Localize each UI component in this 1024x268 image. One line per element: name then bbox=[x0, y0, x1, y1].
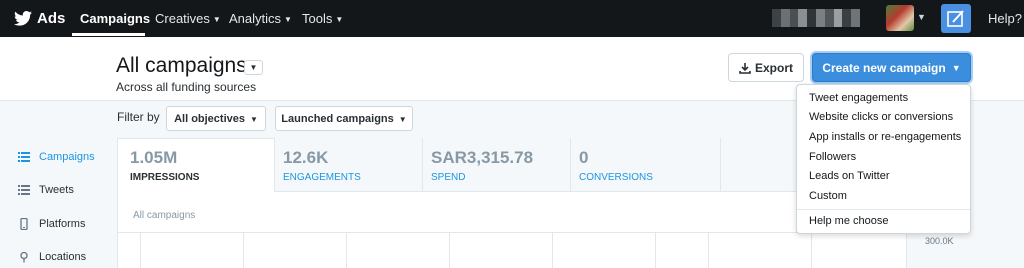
download-icon bbox=[739, 62, 751, 74]
nav-analytics-label: Analytics bbox=[229, 11, 282, 26]
create-campaign-button[interactable]: Create new campaign ▼ bbox=[812, 53, 971, 82]
menu-item-followers[interactable]: Followers bbox=[809, 151, 856, 163]
nav-active-indicator bbox=[72, 33, 145, 36]
page-title: All campaigns bbox=[116, 54, 247, 77]
menu-item-website-clicks[interactable]: Website clicks or conversions bbox=[809, 111, 953, 123]
twitter-bird-icon bbox=[14, 11, 32, 26]
compose-icon bbox=[947, 9, 964, 27]
sidebar-item-tweets[interactable]: Tweets bbox=[18, 180, 74, 200]
filter-label: Filter by bbox=[117, 110, 160, 124]
menu-item-leads[interactable]: Leads on Twitter bbox=[809, 170, 890, 182]
chart-gridline bbox=[346, 232, 347, 268]
sidebar-item-label: Tweets bbox=[39, 184, 74, 196]
pin-icon bbox=[20, 251, 28, 263]
sidebar-item-locations[interactable]: Locations bbox=[18, 247, 86, 267]
nav-tools-label: Tools bbox=[302, 11, 333, 26]
chevron-down-icon: ▼ bbox=[284, 15, 292, 24]
chart-area bbox=[118, 232, 906, 268]
sidebar-item-label: Campaigns bbox=[39, 151, 95, 163]
sidebar-item-label: Locations bbox=[39, 251, 87, 263]
nav-creatives[interactable]: Creatives ▼ bbox=[155, 0, 221, 37]
menu-divider bbox=[797, 209, 970, 210]
metric-value: 0 bbox=[579, 148, 589, 167]
list-icon bbox=[18, 185, 30, 195]
chevron-down-icon[interactable]: ▼ bbox=[917, 12, 926, 22]
brand[interactable]: Ads bbox=[14, 0, 65, 37]
chevron-down-icon: ▼ bbox=[212, 15, 221, 24]
nav-campaigns[interactable]: Campaigns bbox=[80, 0, 150, 37]
chart-label: All campaigns bbox=[133, 210, 196, 221]
account-name-redacted[interactable] bbox=[772, 9, 860, 27]
menu-item-help-me-choose[interactable]: Help me choose bbox=[809, 215, 889, 227]
chevron-down-icon: ▼ bbox=[250, 115, 258, 124]
export-button[interactable]: Export bbox=[728, 53, 804, 82]
create-campaign-label: Create new campaign bbox=[822, 60, 946, 75]
chevron-down-icon: ▼ bbox=[335, 15, 344, 24]
list-icon bbox=[18, 152, 30, 162]
sidebar-item-platforms[interactable]: Platforms bbox=[18, 214, 85, 234]
chart-gridline bbox=[552, 232, 553, 268]
nav-analytics[interactable]: Analytics ▼ bbox=[229, 0, 292, 37]
metric-label: SPEND bbox=[431, 172, 466, 183]
chart-gridline bbox=[243, 232, 244, 268]
phone-icon bbox=[20, 218, 28, 230]
chart-gridline bbox=[449, 232, 450, 268]
status-filter-label: Launched campaigns bbox=[281, 112, 394, 125]
avatar[interactable] bbox=[886, 5, 914, 31]
metric-label: ENGAGEMENTS bbox=[283, 172, 361, 183]
chart-gridline bbox=[708, 232, 709, 268]
nav-tools[interactable]: Tools ▼ bbox=[302, 0, 343, 37]
brand-label: Ads bbox=[37, 10, 66, 27]
metric-tab-spend[interactable]: SAR3,315.78 SPEND bbox=[422, 138, 570, 192]
menu-item-tweet-engagements[interactable]: Tweet engagements bbox=[809, 92, 908, 104]
export-button-label: Export bbox=[754, 60, 793, 75]
chart-gridline bbox=[655, 232, 656, 268]
metric-value: 12.6K bbox=[283, 148, 329, 167]
metric-label: IMPRESSIONS bbox=[130, 172, 200, 183]
sidebar-item-label: Platforms bbox=[39, 218, 86, 230]
objectives-filter-label: All objectives bbox=[174, 112, 245, 125]
compose-tweet-button[interactable] bbox=[941, 4, 971, 33]
metric-tab-engagements[interactable]: 12.6K ENGAGEMENTS bbox=[274, 138, 422, 192]
nav-creatives-label: Creatives bbox=[155, 11, 210, 26]
nav-campaigns-label: Campaigns bbox=[80, 11, 151, 26]
menu-item-custom[interactable]: Custom bbox=[809, 190, 847, 202]
metric-tab-conversions[interactable]: 0 CONVERSIONS bbox=[570, 138, 720, 192]
campaign-selector-dropdown[interactable]: ▼ bbox=[244, 60, 263, 75]
chart-gridline bbox=[811, 232, 812, 268]
metric-tab-impressions[interactable]: 1.05M IMPRESSIONS bbox=[118, 138, 274, 192]
status-filter[interactable]: Launched campaigns ▼ bbox=[275, 106, 413, 131]
metric-label: CONVERSIONS bbox=[579, 172, 653, 183]
menu-item-app-installs[interactable]: App installs or re-engagements bbox=[809, 131, 961, 143]
chevron-down-icon: ▼ bbox=[249, 63, 258, 72]
objectives-filter[interactable]: All objectives ▼ bbox=[166, 106, 266, 131]
chart-gridline bbox=[140, 232, 141, 268]
chevron-down-icon: ▼ bbox=[951, 62, 961, 73]
sidebar-item-campaigns[interactable]: Campaigns bbox=[18, 147, 95, 167]
create-campaign-menu: Tweet engagements Website clicks or conv… bbox=[796, 84, 971, 234]
page-subtitle: Across all funding sources bbox=[116, 80, 257, 94]
metric-value: SAR3,315.78 bbox=[431, 148, 534, 167]
help-link[interactable]: Help? bbox=[988, 0, 1022, 37]
metric-value: 1.05M bbox=[130, 148, 178, 167]
top-nav bbox=[0, 0, 1024, 37]
chart-axis-label: 300.0K bbox=[925, 236, 954, 246]
chevron-down-icon: ▼ bbox=[398, 115, 407, 124]
